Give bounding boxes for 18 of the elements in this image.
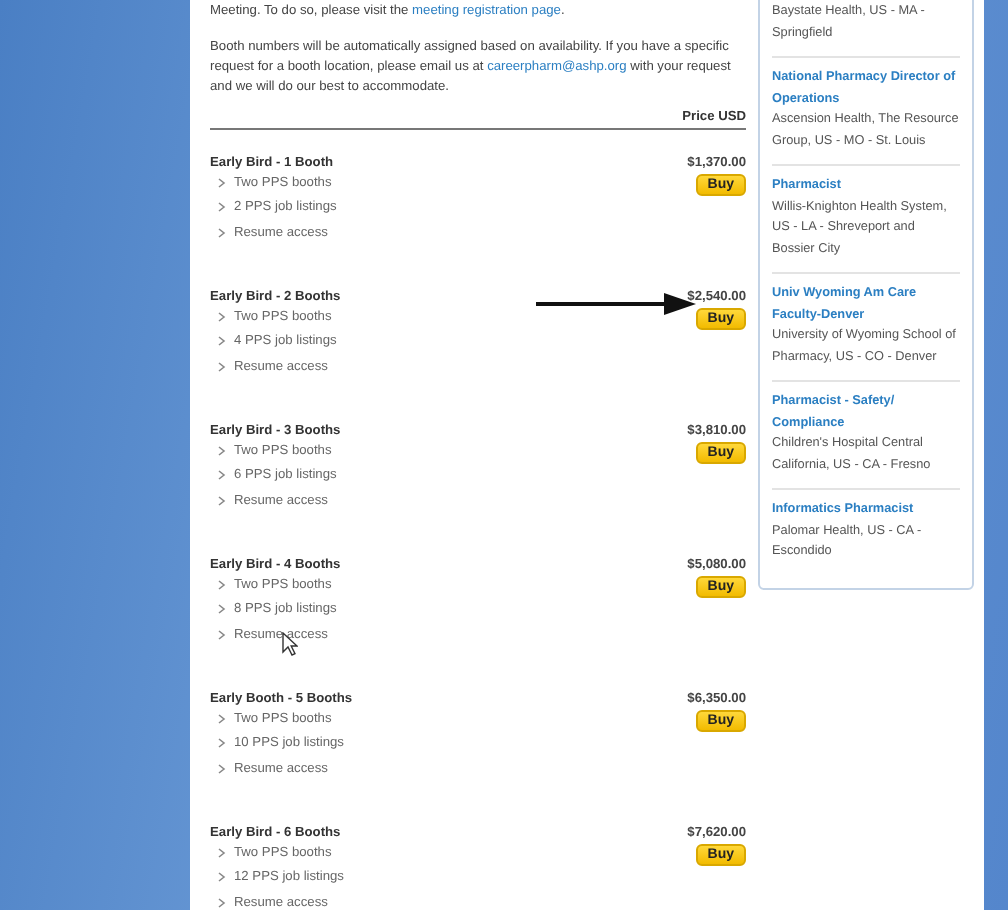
chevron-icon	[218, 604, 226, 615]
chevron-icon	[218, 470, 226, 481]
chevron-icon	[218, 897, 226, 908]
chevron-icon	[218, 579, 226, 590]
chevron-icon	[218, 311, 226, 322]
chevron-icon	[218, 763, 226, 774]
chevron-icon	[218, 227, 226, 238]
chevron-icon	[218, 202, 226, 213]
chevron-icon	[218, 336, 226, 347]
chevron-icon	[218, 713, 226, 724]
chevron-icon	[218, 847, 226, 858]
chevron-icon	[218, 361, 226, 372]
chevron-icon	[218, 445, 226, 456]
chevron-icon	[218, 495, 226, 506]
chevron-icon	[218, 738, 226, 749]
chevron-icon	[218, 872, 226, 883]
chevron-icon	[218, 177, 226, 188]
chevron-icon	[218, 629, 226, 640]
